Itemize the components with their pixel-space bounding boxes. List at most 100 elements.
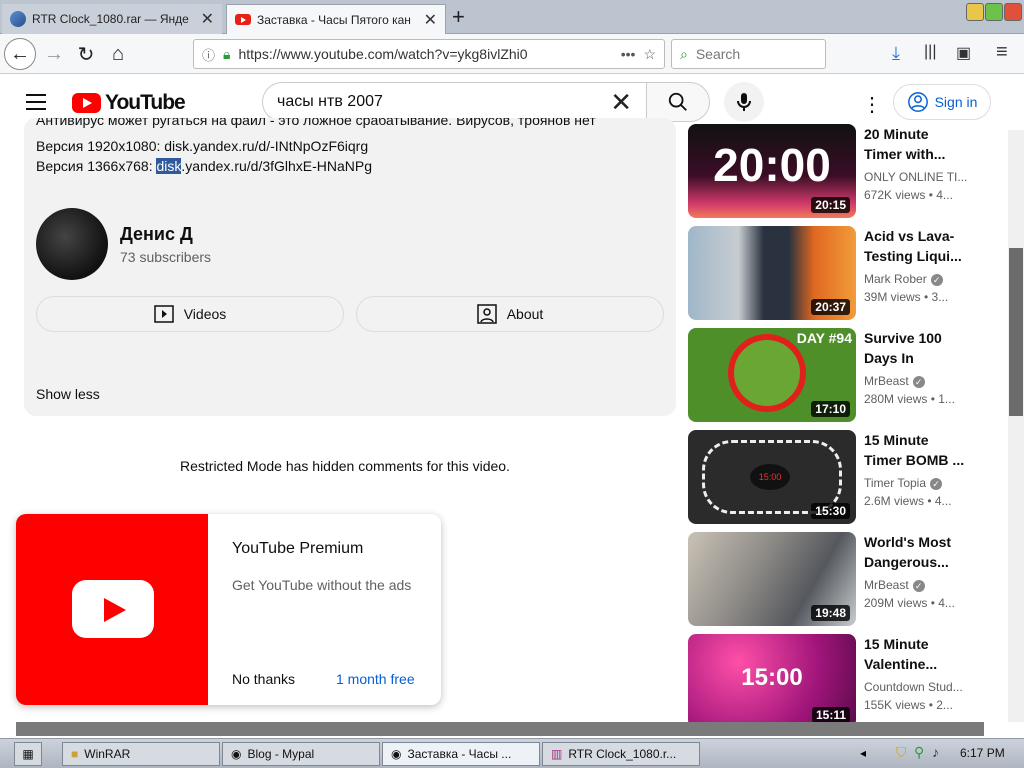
sign-in-button[interactable]: Sign in [893,84,991,120]
description-line[interactable]: Версия 1920x1080: disk.yandex.ru/d/-INtN… [36,138,368,154]
subscriber-count: 73 subscribers [120,249,212,265]
tab-youtube[interactable]: Заставка - Часы Пятого кан ✕ [226,4,446,34]
description-panel: Антивирус может ругаться на файл - это л… [24,118,676,416]
description-line-cut: Антивирус может ругаться на файл - это л… [36,118,596,130]
video-meta: 672K views • 4... [864,188,953,202]
taskbar: ▦ ■ WinRAR ◉ Blog - Mypal ◉ Заставка - Часы… [0,738,1024,768]
microphone-icon [737,93,751,111]
menu-icon[interactable]: ≡ [996,41,1008,64]
video-thumbnail[interactable]: 19:48 [688,532,856,626]
video-title[interactable]: 15 Minute Timer BOMB ... [864,430,969,470]
channel-name[interactable]: Timer Topia ✓ [864,476,974,490]
more-options-icon[interactable]: ⋮ [862,92,882,117]
library-icon[interactable]: ||| [924,43,936,61]
channel-name[interactable]: MrBeast ✓ [864,578,974,592]
thumbnail-text: DAY #94 [796,330,852,346]
channel-avatar[interactable] [36,208,108,280]
recommendation-item[interactable]: 20:37 Acid vs Lava-Testing Liqui... Mark… [688,226,988,320]
vertical-scrollbar[interactable] [1008,130,1024,722]
info-icon[interactable]: ⓘ [202,45,215,64]
sidebar-icon[interactable]: ▣ [956,43,971,63]
clear-search-icon[interactable]: ✕ [610,87,632,118]
back-button[interactable]: ← [4,38,36,70]
person-icon [476,304,497,324]
network-icon[interactable]: ⚲ [914,744,924,761]
recommendation-item[interactable]: 15:00 15:11 15 Minute Valentine... Count… [688,634,988,724]
channel-label: Countdown Stud... [864,680,963,694]
tray-arrow-icon[interactable]: ◂ [860,746,866,760]
video-title[interactable]: 15 Minute Valentine... [864,634,969,674]
youtube-search-button[interactable] [646,82,710,122]
close-tab-icon[interactable]: ✕ [424,10,437,30]
video-title[interactable]: World's Most Dangerous... [864,532,969,572]
channel-name[interactable]: ONLY ONLINE TI... [864,170,974,184]
youtube-logo[interactable]: YouTube [72,91,186,115]
youtube-search-input[interactable]: часы нтв 2007 ✕ [262,82,646,122]
description-line[interactable]: Версия 1366x768: disk.yandex.ru/d/3fGlhx… [36,158,372,174]
url-bar[interactable]: ⓘ 🔒︎ https://www.youtube.com/watch?v=ykg… [193,39,665,69]
taskbar-label: Заставка - Часы ... [407,747,512,761]
verified-icon: ✓ [930,274,943,286]
channel-name[interactable]: Countdown Stud... [864,680,974,694]
download-icon[interactable]: ⤓ [892,43,900,64]
video-thumbnail[interactable]: 20:00 20:15 [688,124,856,218]
recommendation-item[interactable]: DAY #94 17:10 Survive 100 Days In Circle… [688,328,988,422]
voice-search-button[interactable] [724,82,764,122]
recommendation-item[interactable]: 20:00 20:15 20 Minute Timer with... ONLY… [688,124,988,218]
scrollbar-thumb[interactable] [1009,248,1023,416]
video-thumbnail[interactable]: DAY #94 17:10 [688,328,856,422]
recommendation-item[interactable]: 19:48 World's Most Dangerous... MrBeast ✓… [688,532,988,626]
about-button[interactable]: About [356,296,664,332]
taskbar-item-winrar[interactable]: ■ WinRAR [62,742,220,766]
maximize-button[interactable] [985,3,1003,21]
recommendation-item[interactable]: 15:00 15:30 15 Minute Timer BOMB ... Tim… [688,430,988,524]
video-title[interactable]: Survive 100 Days In Circle,... [864,328,969,368]
start-button[interactable]: ▦ [14,742,42,766]
video-thumbnail[interactable]: 15:00 15:11 [688,634,856,724]
video-title[interactable]: 20 Minute Timer with... [864,124,969,164]
taskbar-label: RTR Clock_1080.r... [568,747,677,761]
close-window-button[interactable] [1004,3,1022,21]
videos-button[interactable]: Videos [36,296,344,332]
show-less-button[interactable]: Show less [36,386,100,402]
thumbnail-text: 20:00 [713,139,831,191]
archive-icon: ▥ [551,747,563,761]
new-tab-button[interactable]: + [452,4,465,30]
no-thanks-button[interactable]: No thanks [232,671,295,687]
one-month-free-button[interactable]: 1 month free [336,671,415,687]
youtube-play-icon [72,93,101,113]
horizontal-scrollbar[interactable] [16,722,984,736]
channel-label: MrBeast [864,578,909,592]
video-meta: 2.6M views • 4... [864,494,952,508]
search-icon [668,92,687,111]
bookmark-star-icon[interactable]: ☆ [643,46,656,63]
channel-name[interactable]: MrBeast ✓ [864,374,974,388]
duration-badge: 19:48 [811,605,850,621]
shield-icon[interactable]: ⛉ [896,744,907,761]
forward-button[interactable]: → [38,38,70,70]
minimize-button[interactable] [966,3,984,21]
taskbar-item-youtube[interactable]: ◉ Заставка - Часы ... [382,742,540,766]
taskbar-item-blog[interactable]: ◉ Blog - Mypal [222,742,380,766]
account-icon [907,92,928,112]
tab-rtr-clock[interactable]: RTR Clock_1080.rar — Янде ✕ [2,4,222,34]
taskbar-item-rar[interactable]: ▥ RTR Clock_1080.r... [542,742,700,766]
premium-title: YouTube Premium [232,540,364,557]
video-thumbnail[interactable]: 15:00 15:30 [688,430,856,524]
home-button[interactable]: ⌂ [102,38,134,70]
description-text: Версия 1366x768: [36,158,157,174]
browser-search-field[interactable]: ⌕ Search [671,39,826,69]
page-actions-icon[interactable]: ••• [621,46,636,62]
close-tab-icon[interactable]: ✕ [201,9,214,29]
description-text: .yandex.ru/d/3fGlhxE-HNaNPg [181,158,373,174]
tab-title: RTR Clock_1080.rar — Янде [32,12,189,26]
video-thumbnail[interactable]: 20:37 [688,226,856,320]
channel-name[interactable]: Mark Rober ✓ [864,272,974,286]
video-title[interactable]: Acid vs Lava-Testing Liqui... [864,226,969,266]
hamburger-menu-icon[interactable] [26,94,46,115]
channel-name[interactable]: Денис Д [120,224,193,245]
reload-button[interactable]: ↻ [70,38,102,70]
browser-icon: ◉ [231,747,242,761]
channel-label: Timer Topia [864,476,927,490]
volume-icon[interactable]: ♪ [932,744,939,760]
